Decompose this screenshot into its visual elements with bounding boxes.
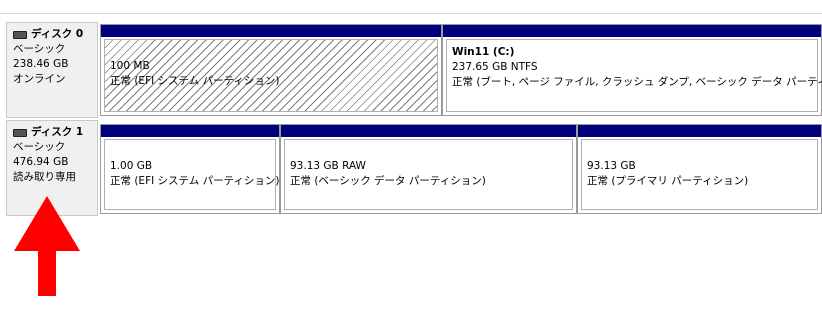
disk-0-label[interactable]: ディスク 0 ベーシック 238.46 GB オンライン (6, 22, 98, 118)
disk-0-type: ベーシック (13, 43, 66, 55)
partition-bar (101, 125, 279, 137)
partition-size: 93.13 GB (587, 160, 636, 172)
disk-row-1: ディスク 1 ベーシック 476.94 GB 読み取り専用 1.00 GB 正常… (0, 120, 822, 216)
partition-bar (281, 125, 576, 137)
disk-1-partition-raw[interactable]: 93.13 GB RAW 正常 (ベーシック データ パーティション) (280, 124, 577, 214)
disk-0-partition-c[interactable]: Win11 (C:) 237.65 GB NTFS 正常 (ブート, ページ フ… (442, 24, 822, 116)
partition-body: 1.00 GB 正常 (EFI システム パーティション) (104, 139, 280, 210)
disk-1-title: ディスク 1 (13, 125, 97, 140)
partition-size: 100 MB (110, 60, 150, 72)
disk-1-type: ベーシック (13, 141, 66, 153)
partition-bar (443, 25, 821, 37)
partition-desc: 正常 (EFI システム パーティション) (110, 175, 280, 187)
partition-body: 93.13 GB 正常 (プライマリ パーティション) (581, 139, 818, 210)
partition-desc: 正常 (ブート, ページ ファイル, クラッシュ ダンプ, ベーシック データ … (452, 76, 822, 88)
disk-1-name: ディスク 1 (31, 126, 84, 138)
partition-desc: 正常 (EFI システム パーティション) (110, 75, 280, 87)
disk-1-status: 読み取り専用 (13, 171, 76, 183)
disk-icon (13, 30, 27, 39)
disk-0-size: 238.46 GB (13, 58, 69, 70)
disk-0-status: オンライン (13, 73, 66, 85)
partition-volume-name: Win11 (C:) (452, 46, 515, 58)
disk-1-size: 476.94 GB (13, 156, 69, 168)
partition-desc: 正常 (プライマリ パーティション) (587, 175, 749, 187)
partition-desc: 正常 (ベーシック データ パーティション) (290, 175, 486, 187)
partition-body: 93.13 GB RAW 正常 (ベーシック データ パーティション) (284, 139, 573, 210)
partition-size: 1.00 GB (110, 160, 153, 172)
partition-bar (578, 125, 821, 137)
partition-body: 100 MB 正常 (EFI システム パーティション) (104, 39, 438, 112)
disk-0-partition-efi[interactable]: 100 MB 正常 (EFI システム パーティション) (100, 24, 442, 116)
disk-1-partition-efi[interactable]: 1.00 GB 正常 (EFI システム パーティション) (100, 124, 280, 214)
disk-1-partition-primary[interactable]: 93.13 GB 正常 (プライマリ パーティション) (577, 124, 822, 214)
partition-size: 93.13 GB RAW (290, 160, 366, 172)
disk-0-title: ディスク 0 (13, 27, 97, 42)
red-arrow-icon (14, 196, 80, 296)
disk-row-0: ディスク 0 ベーシック 238.46 GB オンライン 100 MB 正常 (… (0, 22, 822, 118)
disk-0-name: ディスク 0 (31, 28, 84, 40)
partition-body: Win11 (C:) 237.65 GB NTFS 正常 (ブート, ページ フ… (446, 39, 822, 112)
partition-size: 237.65 GB NTFS (452, 61, 538, 73)
disk-icon (13, 128, 27, 137)
top-strip (0, 0, 822, 14)
partition-bar (101, 25, 441, 37)
